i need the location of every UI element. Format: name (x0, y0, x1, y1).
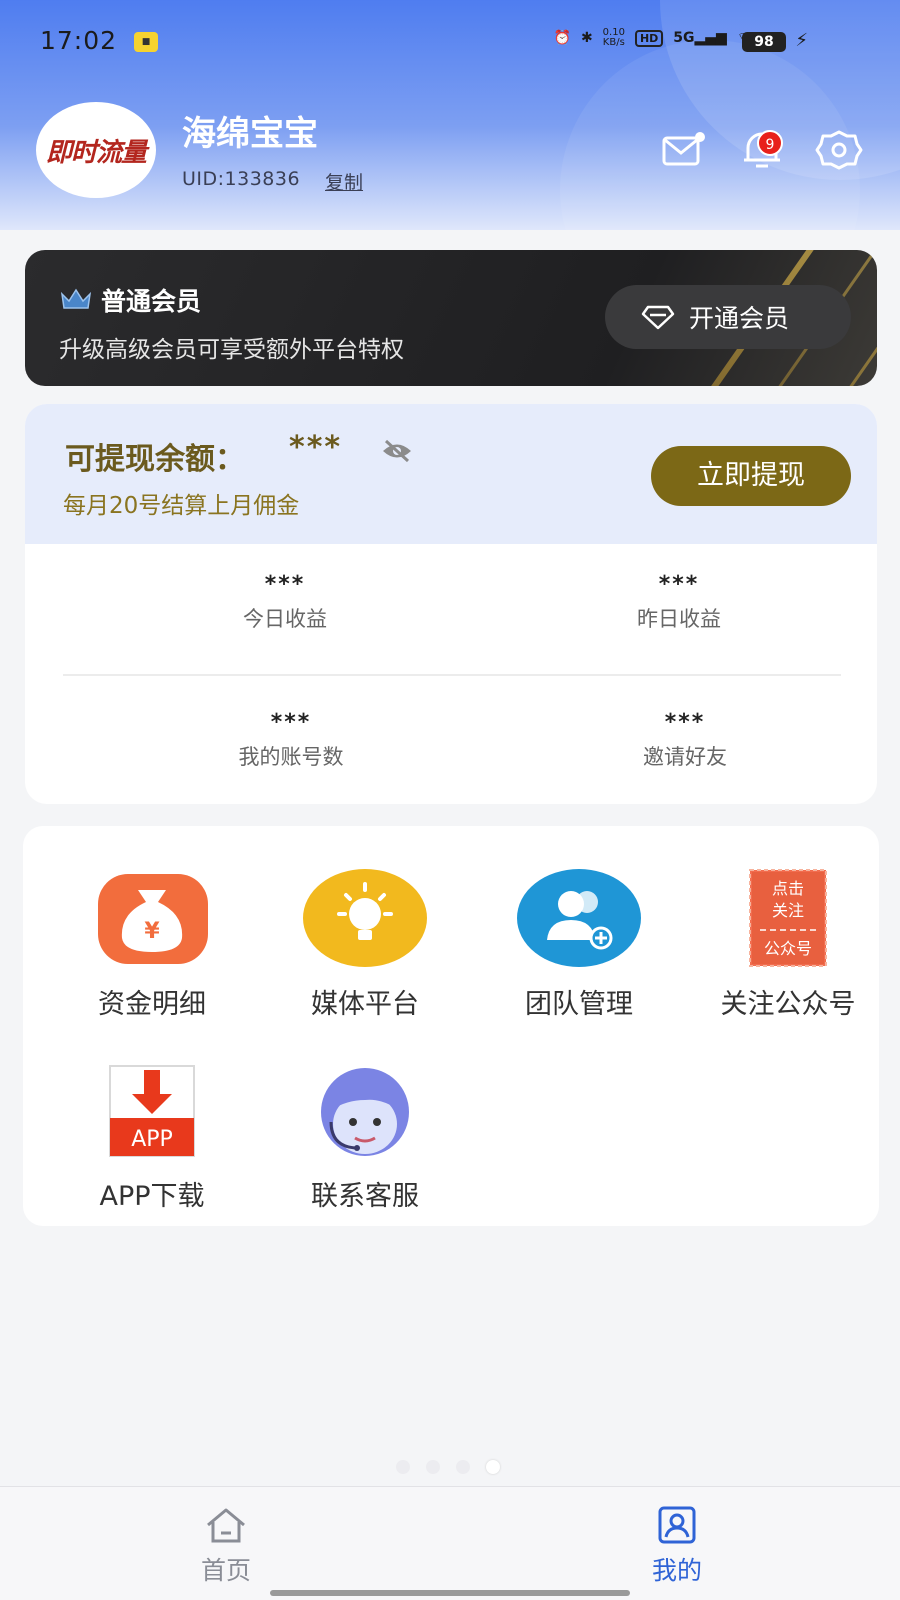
grid-item-app-download[interactable]: APP APP下载 (57, 1060, 247, 1213)
customer-service-icon (321, 1068, 409, 1156)
stat-label: 今日收益 (243, 607, 327, 631)
grid-item-media-platform[interactable]: 媒体平台 (270, 868, 460, 1021)
app-badge-text: APP (131, 1127, 173, 1152)
grid-item-follow-account[interactable]: 点击 关注 公众号 关注公众号 (693, 868, 883, 1021)
avatar[interactable]: 即时流量 (36, 102, 156, 198)
membership-level: 普通会员 (101, 287, 202, 316)
grid-item-label: 联系客服 (311, 1181, 419, 1212)
user-name: 海绵宝宝 (182, 114, 318, 154)
stat-value: *** (264, 572, 306, 597)
grid-item-label: 媒体平台 (311, 989, 419, 1020)
grid-item-label: 团队管理 (525, 989, 633, 1020)
page-dot (426, 1460, 440, 1474)
membership-description: 升级高级会员可享受额外平台特权 (59, 337, 404, 363)
page-indicator (396, 1460, 500, 1474)
today-earnings[interactable]: *** 今日收益 (135, 572, 435, 633)
follow-stamp-icon: 点击 关注 公众号 (749, 869, 827, 967)
balance-card: 可提现余额： *** 每月20号结算上月佣金 立即提现 *** 今日收益 ***… (25, 404, 877, 804)
user-uid: UID:133836 (182, 168, 301, 190)
charging-icon: ⚡ (795, 30, 808, 51)
invite-friends[interactable]: *** 邀请好友 (535, 710, 835, 771)
notification-app-icon: ■ (134, 32, 158, 52)
open-membership-button[interactable]: 开通会员 (605, 285, 851, 349)
open-membership-label: 开通会员 (689, 304, 790, 333)
nav-home[interactable]: 首页 (166, 1505, 286, 1587)
account-count[interactable]: *** 我的账号数 (141, 710, 441, 771)
grid-item-fund-details[interactable]: ¥ 资金明细 (57, 868, 247, 1021)
withdrawable-balance-label: 可提现余额： (65, 442, 245, 477)
signal-label: 5G (673, 30, 695, 46)
page-dot (396, 1460, 410, 1474)
feature-grid: ¥ 资金明细 媒体平台 团队管理 点击 关注 公众号 关注公众号 APP APP… (23, 826, 879, 1226)
signal-icon: 5G▂▄▆ (673, 30, 727, 46)
svg-text:¥: ¥ (144, 919, 160, 944)
stamp-line-3: 公众号 (764, 939, 812, 958)
settlement-note: 每月20号结算上月佣金 (63, 493, 300, 519)
alarm-icon: ⏰ (553, 30, 571, 46)
home-indicator[interactable] (270, 1590, 630, 1596)
stat-value: *** (658, 572, 700, 597)
money-bag-icon: ¥ (98, 874, 208, 964)
grid-item-label: APP下载 (99, 1181, 205, 1212)
grid-item-team-management[interactable]: 团队管理 (484, 868, 674, 1021)
stat-value: *** (270, 710, 312, 735)
net-speed: 0.10 KB/s (603, 28, 625, 48)
profile-icon (658, 1506, 696, 1544)
bottom-navigation: 首页 我的 (0, 1486, 900, 1600)
stat-value: *** (664, 710, 706, 735)
app-download-icon: APP (109, 1065, 195, 1157)
diamond-icon (641, 305, 675, 330)
nav-home-label: 首页 (200, 1556, 251, 1585)
grid-item-label: 关注公众号 (720, 989, 856, 1020)
net-speed-unit: KB/s (602, 37, 625, 48)
crown-icon (60, 288, 92, 309)
bluetooth-icon: ✱ (580, 30, 593, 46)
status-icons: ⏰ ✱ 0.10 KB/s HD 5G▂▄▆ ⌔ (554, 28, 751, 48)
eye-hidden-icon[interactable] (381, 438, 413, 464)
stat-label: 邀请好友 (643, 745, 727, 769)
withdraw-button[interactable]: 立即提现 (651, 446, 851, 506)
profile-header: 17:02 ■ ⏰ ✱ 0.10 KB/s HD 5G▂▄▆ ⌔ 98 ⚡ 即时… (0, 0, 900, 230)
stat-label: 昨日收益 (637, 607, 721, 631)
avatar-logo-text: 即时流量 (45, 137, 147, 168)
mail-icon[interactable] (660, 128, 708, 172)
divider (63, 674, 841, 676)
nav-mine[interactable]: 我的 (617, 1505, 737, 1587)
gear-icon[interactable] (815, 128, 863, 172)
withdrawable-balance-value: *** (289, 430, 343, 465)
grid-item-customer-service[interactable]: 联系客服 (270, 1060, 460, 1213)
battery-icon: 98 (742, 32, 786, 52)
notification-badge: 9 (757, 130, 783, 156)
stat-label: 我的账号数 (238, 745, 344, 769)
copy-uid-link[interactable]: 复制 (325, 168, 363, 195)
home-icon (207, 1508, 245, 1543)
hd-icon: HD (634, 29, 664, 47)
team-icon (517, 869, 641, 967)
lightbulb-icon (303, 869, 427, 967)
membership-card: 普通会员 升级高级会员可享受额外平台特权 开通会员 (25, 250, 877, 386)
page-dot (456, 1460, 470, 1474)
page-dot-active (486, 1460, 500, 1474)
yesterday-earnings[interactable]: *** 昨日收益 (529, 572, 829, 633)
grid-item-label: 资金明细 (98, 989, 206, 1020)
stamp-line-1: 点击 (772, 879, 804, 898)
status-bar: 17:02 ■ ⏰ ✱ 0.10 KB/s HD 5G▂▄▆ ⌔ 98 ⚡ (0, 22, 900, 62)
nav-mine-label: 我的 (651, 1556, 702, 1585)
status-time: 17:02 (40, 26, 118, 55)
balance-summary: 可提现余额： *** 每月20号结算上月佣金 立即提现 (25, 404, 877, 544)
stamp-line-2: 关注 (772, 901, 804, 920)
